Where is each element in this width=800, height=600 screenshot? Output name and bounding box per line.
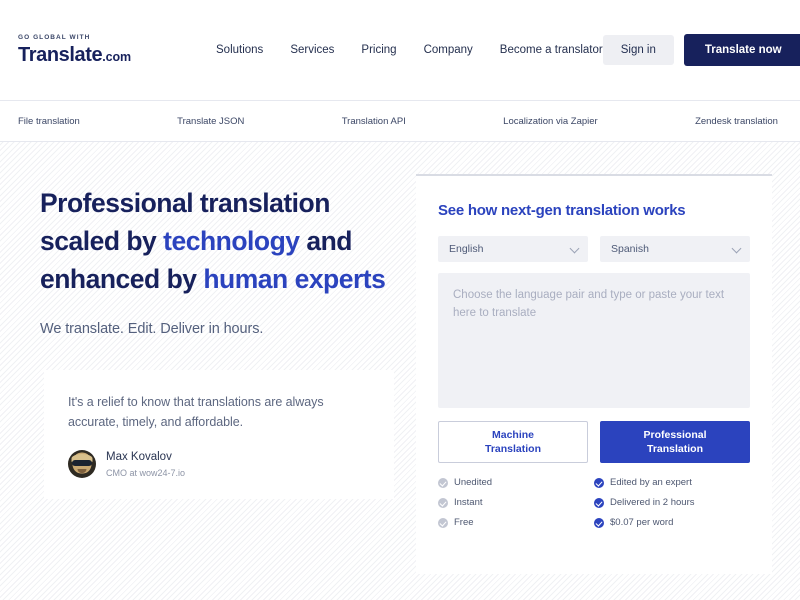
subnav-item-zendesk-translation[interactable]: Zendesk translation bbox=[695, 116, 778, 127]
machine-translation-label-line1: Machine bbox=[491, 428, 534, 441]
check-circle-icon bbox=[594, 477, 604, 488]
target-language-value: Spanish bbox=[611, 243, 649, 255]
testimonial-author: Max Kovalov CMO at wow24-7.io bbox=[68, 450, 370, 480]
list-item: Instant bbox=[438, 497, 594, 508]
logo-name: Translate bbox=[18, 43, 103, 66]
list-item: $0.07 per word bbox=[594, 517, 750, 528]
subnav-item-translate-json[interactable]: Translate JSON bbox=[177, 116, 244, 127]
translation-input[interactable]: Choose the language pair and type or pas… bbox=[438, 273, 750, 408]
check-circle-icon bbox=[594, 517, 604, 528]
list-item: Delivered in 2 hours bbox=[594, 497, 750, 508]
chevron-down-icon bbox=[731, 243, 742, 254]
nav-item-become-a-translator[interactable]: Become a translator bbox=[500, 44, 603, 56]
machine-translation-button[interactable]: Machine Translation bbox=[438, 421, 588, 463]
logo-kicker: GO GLOBAL WITH bbox=[18, 34, 91, 42]
machine-feature-list: Unedited Instant Free bbox=[438, 477, 594, 528]
header-actions: Sign in Translate now bbox=[602, 34, 800, 66]
translation-widget: See how next-gen translation works Engli… bbox=[416, 174, 772, 574]
translation-input-placeholder: Choose the language pair and type or pas… bbox=[453, 289, 725, 319]
avatar bbox=[68, 450, 96, 479]
check-circle-icon bbox=[438, 517, 448, 528]
headline-highlight-human-experts: human experts bbox=[203, 264, 386, 295]
language-pair-row: English Spanish bbox=[438, 236, 750, 262]
professional-translation-label-line1: Professional bbox=[643, 428, 707, 441]
nav-item-pricing[interactable]: Pricing bbox=[361, 44, 396, 56]
logo-tld: .com bbox=[102, 49, 132, 64]
subnav-item-file-translation[interactable]: File translation bbox=[18, 116, 80, 127]
hero-copy: Professional translation scaled by techn… bbox=[40, 184, 400, 337]
subnav-item-translation-api[interactable]: Translation API bbox=[342, 116, 406, 127]
feature-label: Unedited bbox=[454, 477, 493, 488]
secondary-nav: File translation Translate JSON Translat… bbox=[0, 100, 800, 142]
machine-translation-label-line2: Translation bbox=[484, 443, 541, 455]
primary-nav: Solutions Services Pricing Company Becom… bbox=[216, 44, 603, 56]
feature-label: Edited by an expert bbox=[610, 477, 692, 488]
widget-title: See how next-gen translation works bbox=[438, 202, 686, 219]
feature-label: $0.07 per word bbox=[610, 517, 674, 528]
professional-translation-button[interactable]: Professional Translation bbox=[600, 421, 750, 463]
page-root: GO GLOBAL WITH Translate.com Solutions S… bbox=[0, 0, 800, 600]
chevron-down-icon bbox=[569, 243, 580, 254]
feature-label: Free bbox=[454, 517, 474, 528]
page-title: Professional translation scaled by techn… bbox=[40, 184, 400, 298]
check-circle-icon bbox=[594, 497, 604, 508]
hero-subtitle: We translate. Edit. Deliver in hours. bbox=[40, 321, 264, 338]
testimonial-author-name: Max Kovalov bbox=[106, 450, 172, 463]
testimonial-author-role: CMO at wow24-7.io bbox=[106, 468, 186, 479]
list-item: Free bbox=[438, 517, 594, 528]
site-header: GO GLOBAL WITH Translate.com Solutions S… bbox=[0, 0, 800, 100]
site-logo[interactable]: GO GLOBAL WITH Translate.com bbox=[18, 35, 168, 65]
nav-item-services[interactable]: Services bbox=[290, 44, 334, 56]
nav-item-company[interactable]: Company bbox=[424, 44, 473, 56]
nav-item-solutions[interactable]: Solutions bbox=[216, 44, 263, 56]
list-item: Edited by an expert bbox=[594, 477, 750, 488]
professional-feature-list: Edited by an expert Delivered in 2 hours… bbox=[594, 477, 750, 528]
professional-translation-label-line2: Translation bbox=[646, 443, 703, 455]
sign-in-button[interactable]: Sign in bbox=[602, 35, 674, 65]
feature-comparison: Unedited Instant Free Edited by an exper… bbox=[438, 477, 750, 528]
check-circle-icon bbox=[438, 477, 448, 488]
source-language-value: English bbox=[449, 243, 484, 255]
list-item: Unedited bbox=[438, 477, 594, 488]
check-circle-icon bbox=[438, 497, 448, 508]
hero-section: Professional translation scaled by techn… bbox=[0, 142, 800, 600]
testimonial-card: It's a relief to know that translations … bbox=[44, 370, 394, 500]
headline-highlight-technology: technology bbox=[163, 226, 300, 257]
testimonial-quote: It's a relief to know that translations … bbox=[68, 395, 324, 430]
subnav-item-localization-via-zapier[interactable]: Localization via Zapier bbox=[503, 116, 598, 127]
target-language-select[interactable]: Spanish bbox=[600, 236, 750, 262]
translate-now-button[interactable]: Translate now bbox=[683, 34, 800, 66]
feature-label: Instant bbox=[454, 497, 483, 508]
feature-label: Delivered in 2 hours bbox=[610, 497, 695, 508]
logo-wordmark: Translate.com bbox=[18, 45, 168, 65]
translation-mode-row: Machine Translation Professional Transla… bbox=[438, 421, 750, 463]
source-language-select[interactable]: English bbox=[438, 236, 588, 262]
